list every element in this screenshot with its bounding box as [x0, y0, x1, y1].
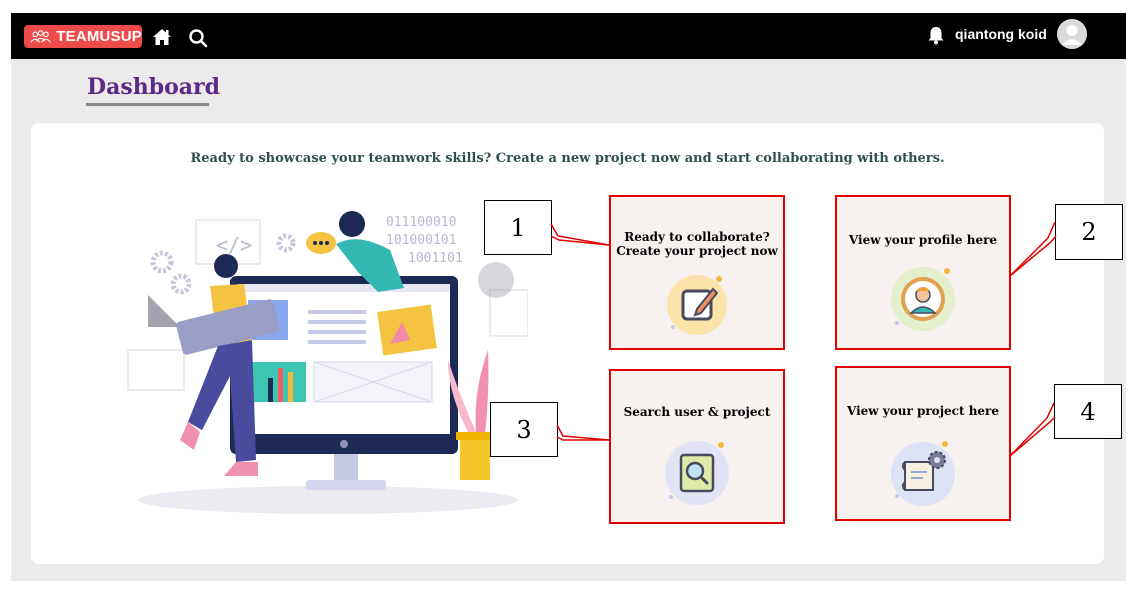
create-project-label: Ready to collaborate? Create your projec… — [611, 230, 783, 259]
view-profile-label: View your profile here — [848, 233, 998, 247]
home-icon[interactable] — [152, 27, 172, 47]
svg-text:</>: </> — [216, 233, 252, 257]
view-project-card[interactable]: View your project here — [835, 366, 1011, 521]
search-icon[interactable] — [188, 28, 208, 48]
search-label: Search user & project — [623, 405, 771, 419]
logo-text: TEAMUSUP — [56, 28, 142, 45]
edit-icon — [667, 275, 727, 335]
callout-4: 4 — [1054, 384, 1122, 439]
create-project-label-line2: Create your project now — [616, 243, 778, 258]
callout-3: 3 — [490, 402, 558, 457]
profile-icon — [891, 267, 955, 331]
team-logo-icon — [30, 29, 51, 43]
blueprint-gear-icon — [891, 441, 955, 506]
page-title: Dashboard — [87, 74, 220, 100]
magnifier-icon — [665, 441, 729, 505]
search-card[interactable]: Search user & project — [609, 369, 785, 524]
username[interactable]: qiantong koid — [955, 26, 1047, 42]
svg-text:101000101: 101000101 — [386, 233, 456, 248]
intro-text: Ready to showcase your teamwork skills? … — [190, 151, 945, 166]
svg-text:1001101: 1001101 — [408, 251, 463, 266]
create-project-card[interactable]: Ready to collaborate? Create your projec… — [609, 195, 785, 350]
callout-2: 2 — [1055, 204, 1123, 260]
create-project-label-line1: Ready to collaborate? — [624, 230, 770, 244]
svg-text:011100010: 011100010 — [386, 215, 456, 230]
user-avatar[interactable] — [1057, 19, 1087, 49]
top-nav-bar: TEAMUSUP qiantong koid — [11, 13, 1126, 59]
view-project-label: View your project here — [846, 404, 1000, 418]
bell-icon[interactable] — [927, 25, 945, 45]
teamwork-illustration: </> 011100010 101000101 1001101 — [127, 211, 528, 514]
user-avatar-icon — [1057, 19, 1087, 49]
view-profile-card[interactable]: View your profile here — [835, 195, 1011, 350]
callout-1: 1 — [484, 200, 552, 255]
title-underline — [86, 103, 209, 106]
logo[interactable]: TEAMUSUP — [24, 25, 142, 48]
